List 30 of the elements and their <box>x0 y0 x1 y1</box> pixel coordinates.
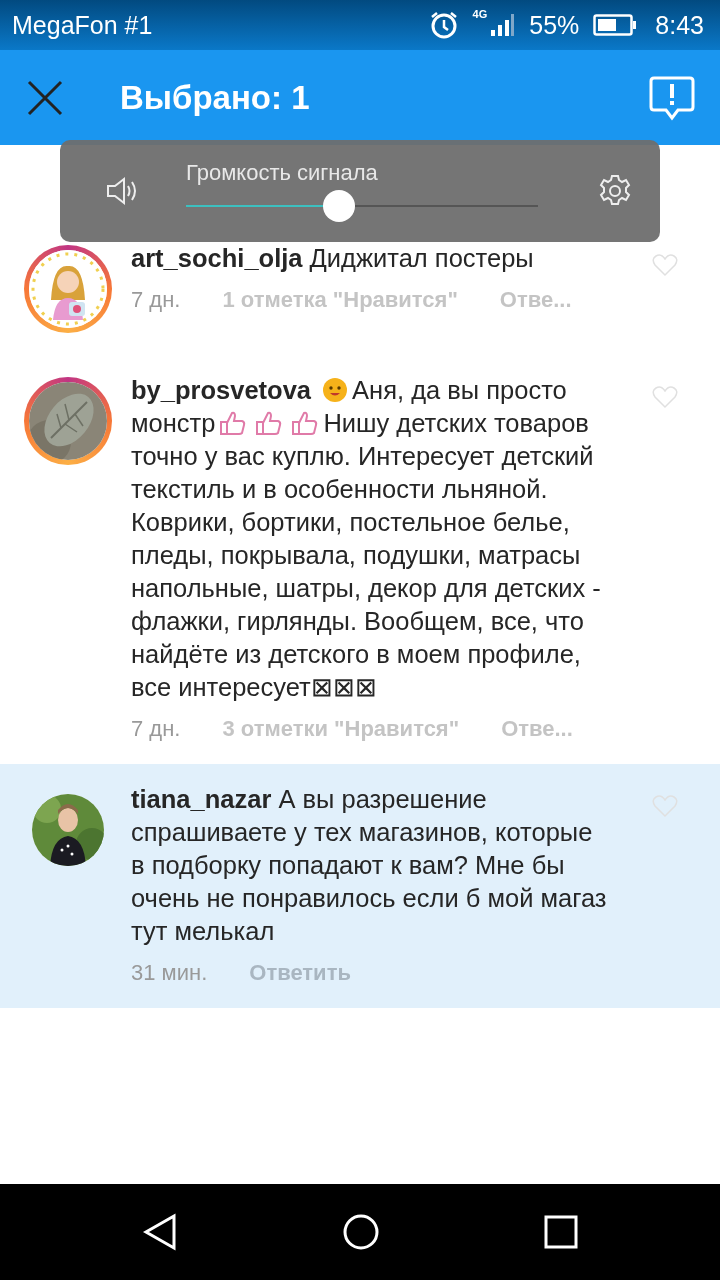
clock-time: 8:43 <box>655 10 704 40</box>
comment-time: 31 мин. <box>131 960 208 986</box>
selected-comment[interactable]: tiana_nazar А вы разрешение спрашиваете у тех магазинов, которые в подборку попадают к вам? Мне бы очень не понравилось если б мой магаз тут мелькал 31 мин. Ответить <box>0 764 720 1008</box>
smiley-icon <box>322 377 349 403</box>
reply-link[interactable]: Отве... <box>499 287 572 313</box>
settings-button[interactable] <box>598 174 632 208</box>
battery-percent: 55% <box>529 10 580 40</box>
comment-text: tiana_nazar А вы разрешение спрашиваете у тех магазинов, которые в подборку попадают к вам? Мне бы очень не понравилось если б мой магаз тут мелькал <box>131 784 608 947</box>
carrier-name: MegaFon #1 <box>12 10 153 40</box>
close-button[interactable] <box>26 78 64 117</box>
reply-link[interactable]: Ответить <box>249 960 351 986</box>
comment-text: art_sochi_olja Диджитал постеры <box>131 243 535 274</box>
battery-icon <box>593 13 638 37</box>
home-button[interactable] <box>342 1213 380 1251</box>
slider-thumb[interactable] <box>323 190 356 222</box>
likes-count[interactable]: 3 отметки "Нравится" <box>222 716 460 742</box>
back-button[interactable] <box>142 1213 178 1251</box>
comment-time: 7 дн. <box>131 287 181 313</box>
recents-button[interactable] <box>544 1215 578 1249</box>
thumbs-up-icon <box>255 410 284 436</box>
signal-icon <box>489 12 516 38</box>
comment-time: 7 дн. <box>131 716 181 742</box>
comment-text: by_prosvetova Аня, да вы просто монстр Нишу детских товаров точно у вас куплю. Интересует детский текстиль и в особенности льняной. Коврики, бортики, постельное белье, пледы, покрывала, подушки, матрасы напольные, шатры, декор для детских - флажки, гирлянды. Вообщем, все, что найдёте из детского в моем профиле, все интересует⊠⊠⊠ <box>131 375 602 703</box>
network-type: 4G <box>472 8 488 20</box>
volume-label: Громкость сигнала <box>186 160 379 186</box>
thumbs-up-icon <box>291 410 320 436</box>
reply-link[interactable]: Отве... <box>501 716 573 742</box>
thumbs-up-icon <box>219 410 248 436</box>
app-title: Выбрано: 1 <box>120 78 311 117</box>
likes-count[interactable]: 1 отметка "Нравится" <box>222 287 458 313</box>
